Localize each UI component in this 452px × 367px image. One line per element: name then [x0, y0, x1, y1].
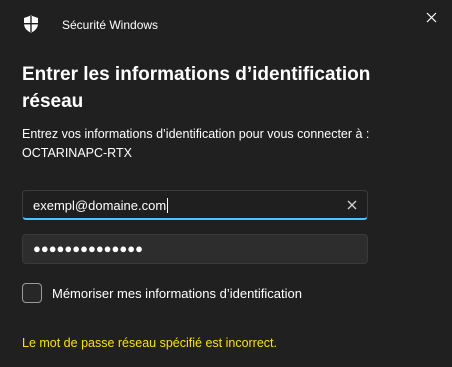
username-value: exempl@domaine.com: [33, 198, 169, 213]
text-caret: [167, 198, 169, 213]
connection-prompt: Entrez vos informations d’identification…: [22, 125, 442, 163]
clear-username-button[interactable]: [345, 198, 359, 212]
prompt-text: Entrez vos informations d’identification…: [22, 127, 370, 141]
credential-dialog: Sécurité Windows Entrer les informations…: [0, 0, 452, 367]
close-button[interactable]: [420, 6, 442, 28]
clear-icon: [347, 200, 357, 210]
close-icon: [426, 12, 436, 22]
title-bar: Sécurité Windows: [0, 0, 452, 48]
password-masked-value: ●●●●●●●●●●●●●●: [33, 241, 143, 256]
target-host: OCTARINAPC-RTX: [22, 146, 132, 160]
remember-credentials-checkbox[interactable]: [22, 283, 42, 303]
dialog-heading: Entrer les informations d’identification…: [22, 64, 371, 112]
password-field[interactable]: ●●●●●●●●●●●●●●: [22, 234, 368, 264]
username-field[interactable]: exempl@domaine.com: [22, 190, 368, 220]
error-message: Le mot de passe réseau spécifié est inco…: [22, 336, 277, 350]
app-title: Sécurité Windows: [62, 18, 159, 32]
remember-credentials-label[interactable]: Mémoriser mes informations d’identificat…: [52, 285, 302, 302]
shield-icon: [23, 15, 39, 33]
